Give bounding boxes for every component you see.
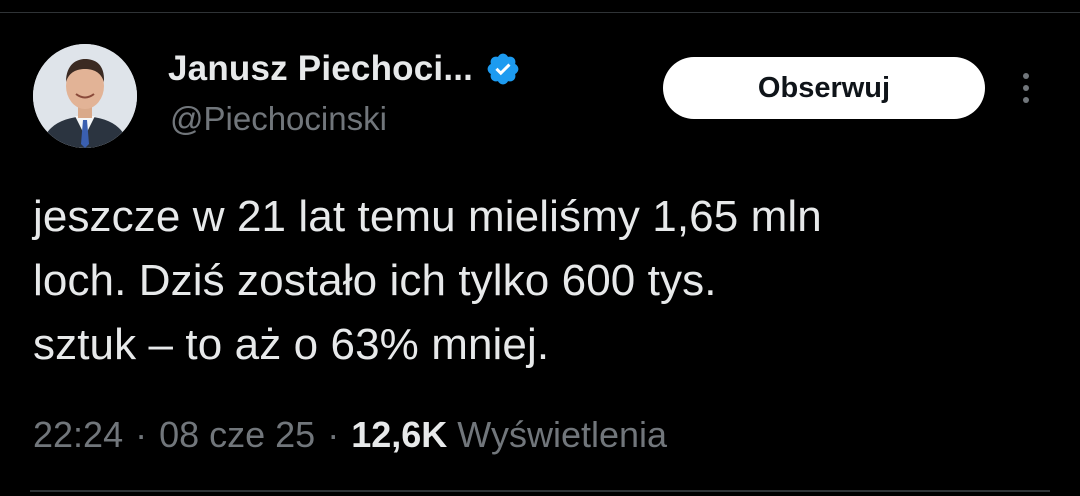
author-handle[interactable]: @Piechocinski	[170, 100, 387, 138]
tweet-text: jeszcze w 21 lat temu mieliśmy 1,65 mln …	[33, 192, 822, 369]
person-portrait-icon	[33, 44, 137, 148]
meta-separator: ·	[135, 414, 148, 455]
follow-button[interactable]: Obserwuj	[663, 57, 985, 119]
verified-badge-icon[interactable]	[485, 51, 521, 87]
views-label[interactable]: Wyświetlenia	[457, 414, 667, 456]
tweet-metadata: 22:24 · 08 cze 25 · 12,6K Wyświetlenia	[33, 410, 667, 460]
avatar[interactable]	[33, 44, 137, 148]
bottom-divider	[30, 490, 1050, 492]
vertical-dots-icon[interactable]	[1012, 68, 1040, 108]
author-display-name[interactable]: Janusz Piechoci...	[168, 49, 473, 89]
author-name-row: Janusz Piechoci...	[168, 44, 521, 94]
top-divider	[0, 12, 1080, 13]
tweet-time[interactable]: 22:24	[33, 414, 123, 456]
views-count[interactable]: 12,6K	[351, 414, 447, 456]
tweet-date[interactable]: 08 cze 25	[159, 414, 315, 456]
meta-separator: ·	[327, 414, 340, 455]
